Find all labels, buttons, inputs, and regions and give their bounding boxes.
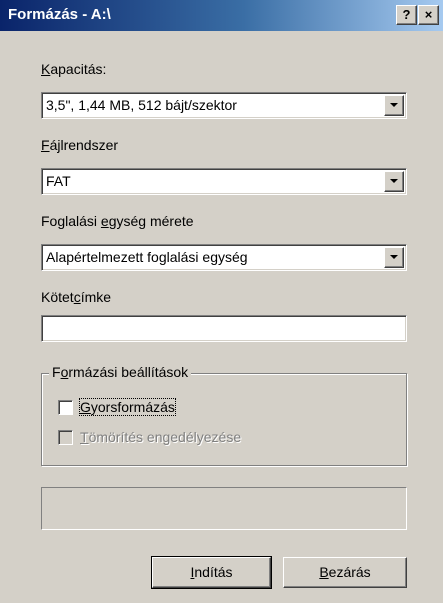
close-window-button[interactable]: × bbox=[418, 5, 439, 25]
filesystem-value: FAT bbox=[46, 173, 71, 189]
capacity-label: Kapacitás: bbox=[41, 61, 107, 77]
format-options-group bbox=[41, 373, 407, 466]
capacity-dropdown-button[interactable] bbox=[384, 95, 404, 116]
format-dialog: Formázás - A:\ ? × Kapacitás: 3,5", 1,44… bbox=[0, 0, 443, 603]
format-options-title: Formázási beállítások bbox=[49, 364, 192, 380]
capacity-value: 3,5", 1,44 MB, 512 bájt/szektor bbox=[46, 97, 237, 113]
close-icon: × bbox=[424, 7, 433, 22]
filesystem-select[interactable]: FAT bbox=[41, 168, 407, 195]
start-button[interactable]: Indítás bbox=[151, 556, 272, 589]
compression-label: Tömörítés engedélyezése bbox=[80, 429, 242, 445]
format-progress-bar bbox=[41, 487, 407, 530]
chevron-down-icon bbox=[390, 255, 398, 259]
allocation-select[interactable]: Alapértelmezett foglalási egység bbox=[41, 244, 407, 271]
title-bar[interactable]: Formázás - A:\ ? × bbox=[0, 0, 443, 31]
compression-checkbox[interactable] bbox=[58, 430, 73, 445]
allocation-label: Foglalási egység mérete bbox=[41, 213, 194, 229]
volume-label-label: Kötetcímke bbox=[41, 289, 112, 305]
close-button[interactable]: Bezárás bbox=[283, 557, 407, 588]
quick-format-checkbox[interactable] bbox=[58, 400, 73, 415]
quick-format-label[interactable]: Gyorsformázás bbox=[79, 398, 176, 416]
window-title: Formázás - A:\ bbox=[8, 6, 111, 23]
allocation-dropdown-button[interactable] bbox=[384, 247, 404, 268]
filesystem-dropdown-button[interactable] bbox=[384, 171, 404, 192]
volume-label-input[interactable] bbox=[41, 315, 407, 342]
filesystem-label: Fájlrendszer bbox=[41, 137, 119, 153]
allocation-value: Alapértelmezett foglalási egység bbox=[46, 249, 248, 265]
capacity-select[interactable]: 3,5", 1,44 MB, 512 bájt/szektor bbox=[41, 92, 407, 119]
help-icon: ? bbox=[402, 7, 411, 22]
chevron-down-icon bbox=[390, 179, 398, 183]
chevron-down-icon bbox=[390, 103, 398, 107]
help-button[interactable]: ? bbox=[396, 5, 417, 25]
